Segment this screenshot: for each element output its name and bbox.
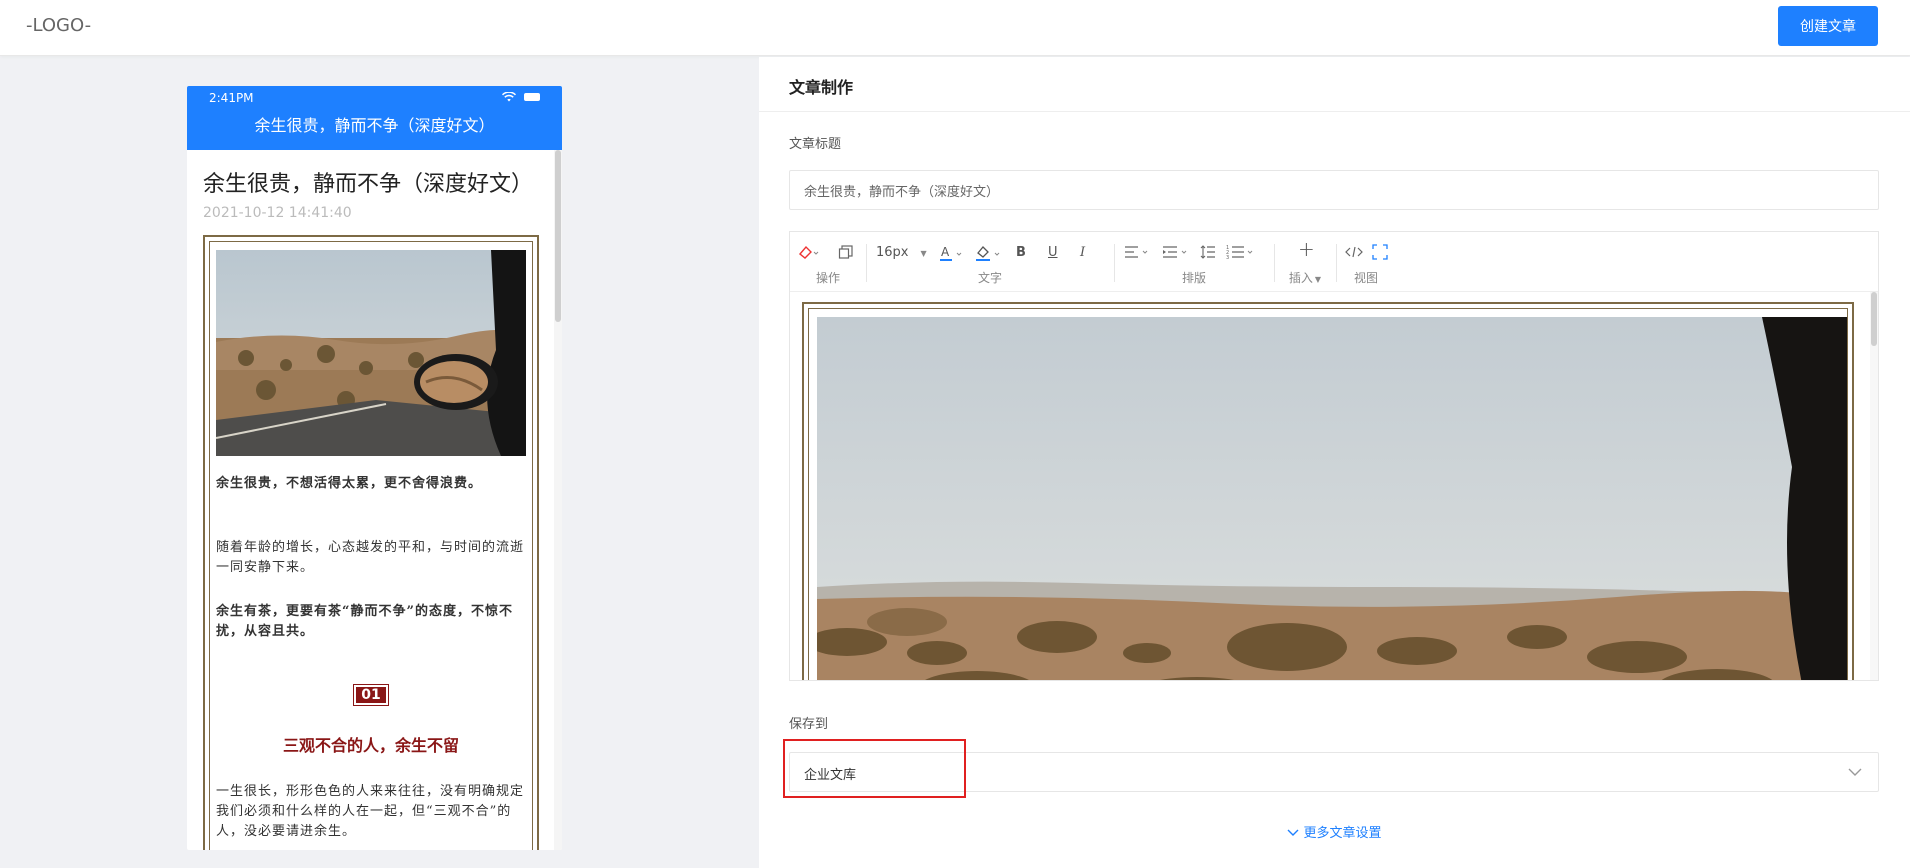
save-to-select[interactable]: 企业文库	[789, 752, 1879, 792]
phone-preview: 2:41PM 余生很贵，静而不争（深度好文） 余生很贵，静而不争（深度好文） 2…	[187, 86, 562, 850]
bold-button[interactable]: B	[1016, 244, 1026, 262]
save-to-label: 保存到	[789, 717, 829, 732]
article-paragraph: 余生有茶，更要有茶“静而不争”的态度，不惊不扰，从容且共。	[216, 604, 513, 639]
phone-scrollbar-thumb[interactable]	[555, 150, 561, 322]
article-paragraph: 余生很贵，不想活得太累，更不舍得浪费。	[216, 476, 483, 491]
chevron-down-icon	[1287, 829, 1299, 836]
line-height-icon[interactable]	[1200, 244, 1216, 262]
editor-toolbar: 操作 16px ▼ A B U I 文字 1 2 3 排版 + 插入 ▼ 视图	[790, 232, 1878, 292]
toolbar-group-operate: 操作	[790, 232, 866, 292]
toolbar-group-label: 排版	[1181, 271, 1206, 285]
underline-button[interactable]: U	[1048, 244, 1058, 262]
svg-text:A: A	[941, 245, 950, 259]
status-time: 2:41PM	[209, 91, 254, 105]
insert-menu-label[interactable]: 插入 ▼	[1274, 269, 1336, 286]
article-paragraph: 随着年龄的增长，心态越发的平和，与时间的流逝一同安静下来。	[216, 540, 525, 575]
list-icon[interactable]: 123	[1226, 244, 1256, 262]
plus-icon[interactable]: +	[1298, 239, 1315, 259]
phone-scrollbar[interactable]	[554, 150, 562, 850]
phone-nav-title: 余生很贵，静而不争（深度好文）	[254, 116, 495, 135]
save-to-value: 企业文库	[804, 768, 857, 783]
toolbar-group-label: 操作	[815, 271, 840, 285]
font-size-select[interactable]: 16px ▼	[876, 244, 927, 262]
battery-icon	[524, 93, 540, 101]
article-date: 2021-10-12 14:41:40	[203, 205, 352, 221]
toolbar-group-label: 视图	[1353, 271, 1378, 285]
rich-text-editor: 操作 16px ▼ A B U I 文字 1 2 3 排版 + 插入 ▼ 视图	[789, 231, 1879, 681]
phone-article-body[interactable]: 余生很贵，静而不争（深度好文） 2021-10-12 14:41:40 余生很贵…	[187, 150, 562, 850]
more-settings-link[interactable]: 更多文章设置	[759, 822, 1910, 841]
wifi-icon	[502, 92, 516, 102]
article-frame: 余生很贵，不想活得太累，更不舍得浪费。 随着年龄的增长，心态越发的平和，与时间的…	[203, 235, 539, 850]
copy-format-icon[interactable]	[838, 244, 854, 262]
editor-content[interactable]	[790, 292, 1878, 680]
article-editor-panel: 文章制作 文章标题 操作 16px▼ A	[759, 57, 1910, 868]
font-color-icon[interactable]: A	[940, 244, 964, 262]
panel-header: 文章制作	[759, 57, 1910, 112]
editor-article-image	[817, 317, 1847, 680]
background-color-icon[interactable]	[976, 244, 1002, 262]
fullscreen-icon[interactable]	[1372, 244, 1388, 262]
create-article-button[interactable]: 创建文章	[1778, 6, 1878, 46]
eraser-icon[interactable]	[798, 244, 820, 262]
editor-scrollbar-thumb[interactable]	[1871, 292, 1877, 346]
indent-icon[interactable]	[1162, 244, 1190, 262]
svg-text:3: 3	[1226, 255, 1229, 260]
section-title: 三观不合的人，余生不留	[282, 736, 459, 755]
code-view-icon[interactable]	[1344, 244, 1364, 262]
editor-scrollbar[interactable]	[1870, 292, 1878, 680]
article-paragraph: 一生很长，形形色色的人来来往往，没有明确规定我们必须和什么样的人在一起，但“三观…	[216, 784, 525, 839]
logo: -LOGO-	[26, 15, 92, 36]
status-icons	[502, 92, 540, 102]
align-icon[interactable]	[1124, 244, 1152, 262]
editor-article-frame	[802, 302, 1854, 680]
panel-title: 文章制作	[789, 78, 854, 97]
top-bar: -LOGO- 创建文章	[0, 0, 1910, 56]
toolbar-group-layout: 123 排版	[1114, 232, 1274, 292]
section-number-badge: 01	[210, 684, 532, 706]
article-title: 余生很贵，静而不争（深度好文）	[203, 172, 534, 197]
title-input[interactable]	[789, 170, 1879, 210]
toolbar-group-label: 文字	[977, 271, 1002, 285]
italic-button[interactable]: I	[1080, 244, 1085, 262]
title-label: 文章标题	[789, 137, 842, 152]
toolbar-group-text: 16px ▼ A B U I 文字	[866, 232, 1114, 292]
phone-nav-bar: 2:41PM 余生很贵，静而不争（深度好文）	[187, 86, 562, 150]
chevron-down-icon	[1848, 768, 1862, 776]
toolbar-group-view: 视图	[1336, 232, 1396, 292]
article-image	[216, 250, 526, 456]
toolbar-group-insert[interactable]: + 插入 ▼	[1274, 232, 1336, 292]
